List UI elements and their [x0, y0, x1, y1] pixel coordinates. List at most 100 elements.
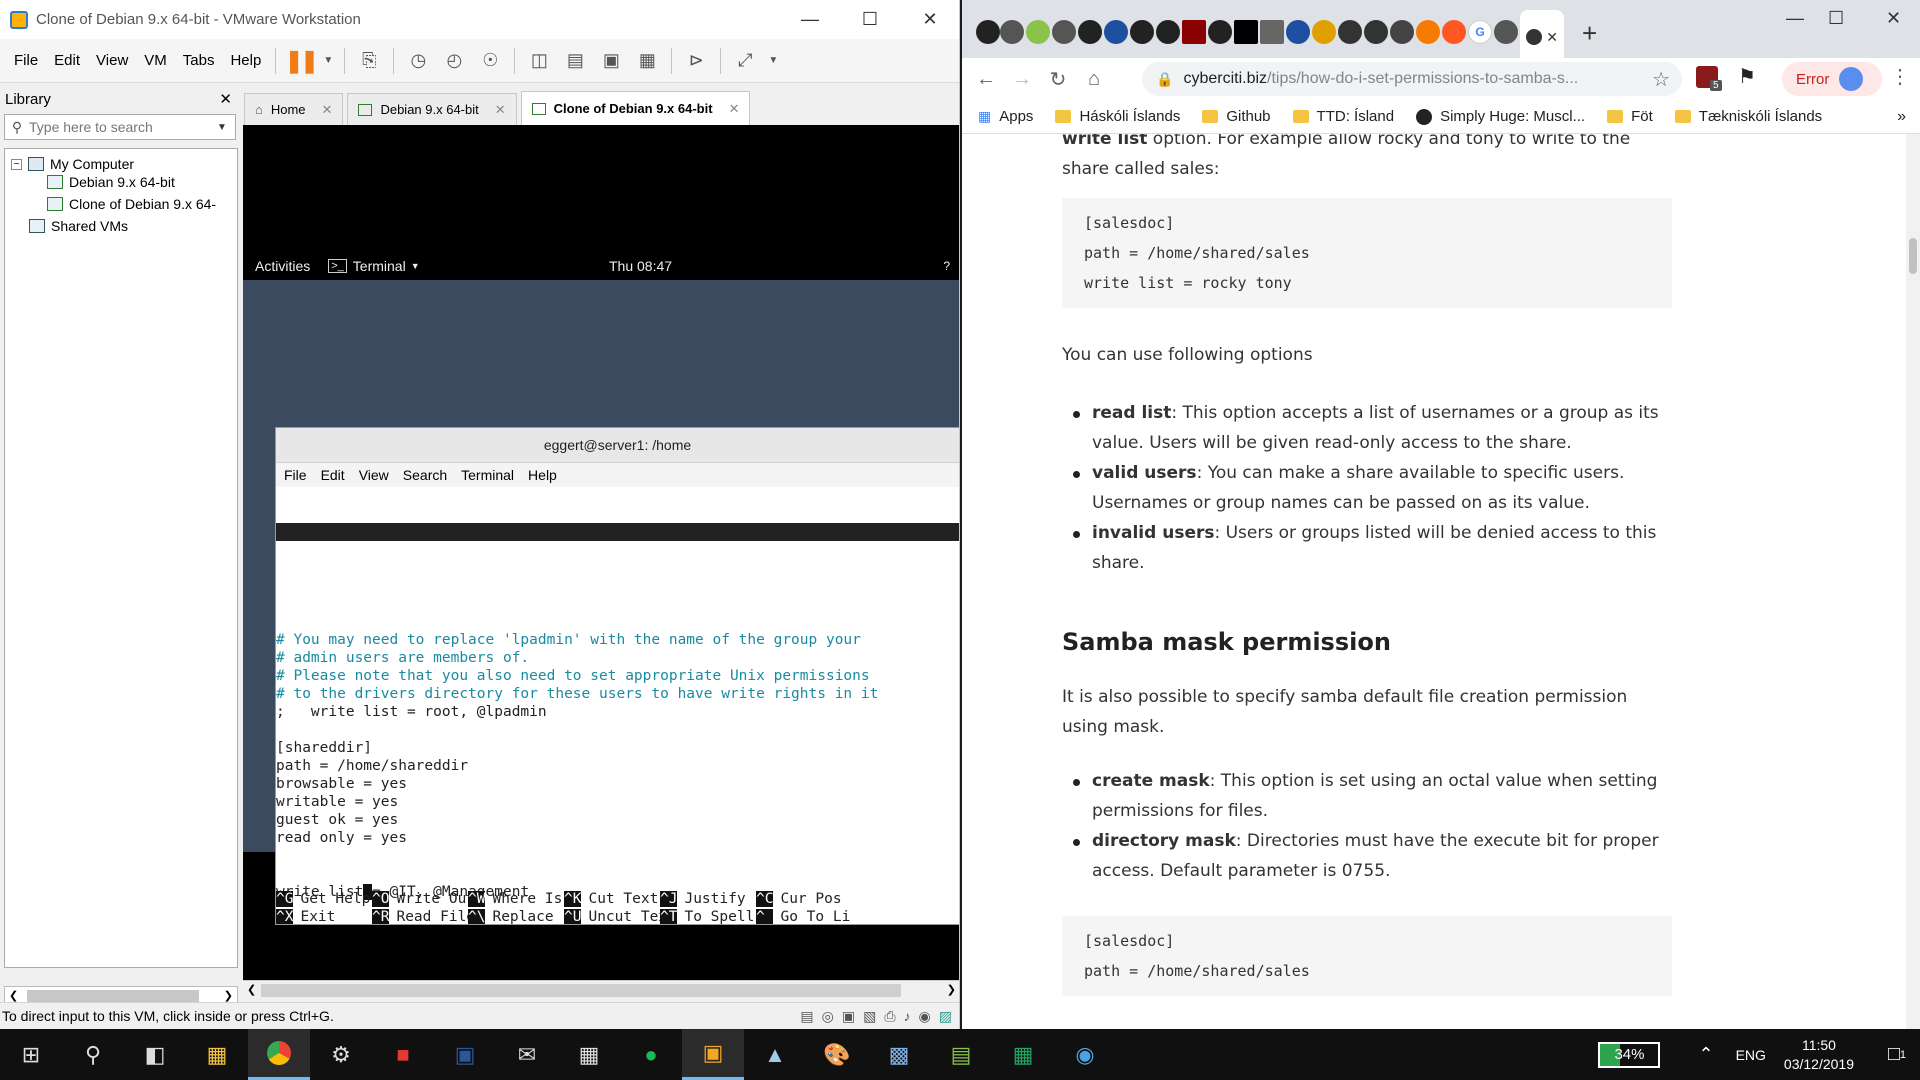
tab-favicon-icon[interactable] — [1156, 20, 1180, 44]
tab-favicon-icon[interactable] — [1130, 20, 1154, 44]
steam-icon[interactable]: ⚙ — [310, 1029, 372, 1080]
terminal-menu-terminal[interactable]: Terminal — [461, 467, 514, 483]
tab-favicon-icon[interactable] — [1286, 20, 1310, 44]
page-scrollbar[interactable] — [1906, 134, 1920, 1029]
back-icon[interactable]: ← — [968, 61, 1004, 97]
language-indicator[interactable]: ENG — [1736, 1047, 1766, 1063]
mail-icon[interactable]: ✉ — [496, 1029, 558, 1080]
google-tab-icon[interactable]: G — [1468, 20, 1492, 44]
active-tab[interactable]: ✕ — [1520, 10, 1564, 64]
tree-item-shared-vms[interactable]: Shared VMs — [29, 215, 128, 237]
tab-favicon-icon[interactable] — [1052, 20, 1076, 44]
tab-favicon-icon[interactable] — [1104, 20, 1128, 44]
bookmark-apps[interactable]: ▦ Apps — [978, 108, 1033, 125]
tab-favicon-icon[interactable] — [1338, 20, 1362, 44]
notification-center-icon[interactable]: □ 1 — [1872, 1029, 1916, 1080]
menu-vm[interactable]: VM — [136, 52, 175, 69]
menu-file[interactable]: File — [6, 52, 46, 69]
revert-snapshot-icon[interactable]: ◴ — [439, 46, 469, 76]
terminal-menu-edit[interactable]: Edit — [321, 467, 345, 483]
stretch-dropdown-icon[interactable]: ▼ — [766, 46, 780, 76]
menu-help[interactable]: Help — [222, 52, 269, 69]
close-tab-icon[interactable]: ✕ — [322, 102, 333, 118]
app-icon[interactable]: ▩ — [868, 1029, 930, 1080]
console-view-icon[interactable]: ⊳ — [681, 46, 711, 76]
collapse-icon[interactable]: − — [11, 158, 22, 170]
bookmark-star-icon[interactable]: ☆ — [1652, 67, 1670, 92]
lock-icon[interactable]: 🔒 — [1156, 71, 1173, 88]
new-tab-button[interactable]: + — [1582, 18, 1597, 49]
menu-tabs[interactable]: Tabs — [175, 52, 223, 69]
app-icon[interactable]: ▲ — [744, 1029, 806, 1080]
bookmarks-overflow-icon[interactable]: » — [1897, 108, 1906, 126]
bookmark-item[interactable]: Föt — [1607, 108, 1653, 125]
file-explorer-icon[interactable]: ▦ — [186, 1029, 248, 1080]
usb-icon[interactable]: ▧ — [863, 1008, 876, 1025]
tab-favicon-icon[interactable] — [1234, 20, 1258, 44]
tab-favicon-icon[interactable] — [1260, 20, 1284, 44]
activities-button[interactable]: Activities — [255, 258, 310, 274]
bookmark-item[interactable]: Simply Huge: Muscl... — [1416, 108, 1585, 125]
github-tab-icon[interactable] — [976, 20, 1000, 44]
start-button[interactable]: ⊞ — [0, 1029, 62, 1080]
address-bar[interactable]: 🔒 cyberciti.biz /tips/how-do-i-set-permi… — [1142, 62, 1682, 96]
minimize-button[interactable]: — — [1786, 8, 1804, 29]
scrollbar-thumb[interactable] — [27, 990, 199, 1002]
pause-dropdown-icon[interactable]: ▼ — [321, 46, 335, 76]
network-icon[interactable]: ▣ — [842, 1008, 855, 1025]
menu-view[interactable]: View — [88, 52, 136, 69]
forward-icon[interactable]: → — [1004, 61, 1040, 97]
minimize-button[interactable]: — — [780, 0, 840, 39]
snapshot-manager-icon[interactable]: ☉ — [475, 46, 505, 76]
app-icon[interactable]: ▤ — [930, 1029, 992, 1080]
extension-flag-icon[interactable]: ⚑ — [1738, 64, 1756, 89]
terminal-app-menu[interactable]: >_ Terminal ▼ — [328, 258, 420, 274]
bookmark-item[interactable]: Háskóli Íslands — [1055, 108, 1180, 125]
app-icon[interactable]: ◉ — [1054, 1029, 1116, 1080]
close-library-icon[interactable]: ✕ — [219, 90, 232, 108]
pause-icon[interactable]: ❚❚ — [285, 46, 319, 76]
terminal-menu-help[interactable]: Help — [528, 467, 557, 483]
maximize-button[interactable]: ☐ — [840, 0, 900, 39]
snapshot-icon[interactable]: ◷ — [403, 46, 433, 76]
bookmark-item[interactable]: TTD: Ísland — [1292, 108, 1394, 125]
message-log-icon[interactable]: ▨ — [939, 1008, 952, 1025]
profile-error-button[interactable]: Error — [1782, 62, 1882, 96]
tab-debian[interactable]: Debian 9.x 64-bit ✕ — [347, 93, 517, 125]
tab-favicon-icon[interactable] — [1494, 20, 1518, 44]
full-screen-icon[interactable]: ▣ — [596, 46, 626, 76]
gnome-clock[interactable]: Thu 08:47 — [609, 258, 672, 274]
printer-icon[interactable]: ⎙ — [884, 1008, 895, 1025]
send-ctrl-alt-del-icon[interactable]: ⎘ — [354, 46, 384, 76]
spotify-icon[interactable]: ● — [620, 1029, 682, 1080]
chrome-taskbar-icon[interactable] — [248, 1029, 310, 1080]
scrollbar-thumb[interactable] — [261, 984, 901, 997]
scrollbar-thumb[interactable] — [1909, 238, 1917, 274]
display-icon[interactable]: ◉ — [919, 1008, 931, 1025]
terminal-menu-view[interactable]: View — [359, 467, 389, 483]
excel-icon[interactable]: ▦ — [992, 1029, 1054, 1080]
paint-icon[interactable]: 🎨 — [806, 1029, 868, 1080]
tab-home[interactable]: ⌂ Home ✕ — [244, 93, 344, 125]
terminal-menu-search[interactable]: Search — [403, 467, 447, 483]
home-icon[interactable]: ⌂ — [1076, 61, 1112, 97]
maximize-button[interactable]: ☐ — [1828, 8, 1844, 29]
tab-favicon-icon[interactable] — [1364, 20, 1388, 44]
scroll-right-icon[interactable]: ❯ — [224, 989, 233, 1002]
clock[interactable]: 11:50 03/12/2019 — [1784, 1036, 1854, 1074]
menu-edit[interactable]: Edit — [46, 52, 88, 69]
show-library-icon[interactable]: ◫ — [524, 46, 554, 76]
close-tab-icon[interactable]: ✕ — [495, 102, 506, 118]
reload-icon[interactable]: ↻ — [1040, 61, 1076, 97]
scroll-left-icon[interactable]: ❮ — [9, 989, 18, 1002]
unity-icon[interactable]: ▦ — [632, 46, 662, 76]
more-menu-icon[interactable]: ⋮ — [1890, 64, 1910, 89]
bookmark-item[interactable]: Tækniskóli Íslands — [1674, 108, 1822, 125]
hard-disk-icon[interactable]: ▤ — [800, 1008, 813, 1025]
tab-favicon-icon[interactable] — [1312, 20, 1336, 44]
stretch-guest-icon[interactable]: ⤢ — [730, 46, 760, 76]
vm-console[interactable]: Activities >_ Terminal ▼ Thu 08:47 ? egg… — [243, 125, 959, 980]
vmware-taskbar-icon[interactable]: ▣ — [682, 1029, 744, 1080]
tree-item-debian[interactable]: Debian 9.x 64-bit — [47, 171, 175, 193]
tab-favicon-icon[interactable] — [1416, 20, 1440, 44]
